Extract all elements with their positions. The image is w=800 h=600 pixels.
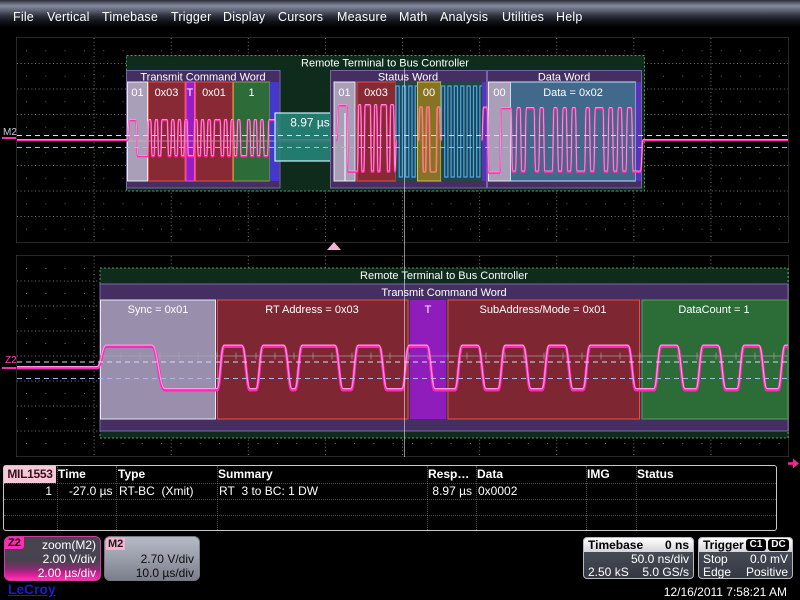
- svg-text:00: 00: [423, 87, 435, 99]
- svg-text:T: T: [187, 87, 194, 99]
- svg-text:Remote Terminal to Bus Control: Remote Terminal to Bus Controller: [301, 58, 469, 70]
- svg-text:00: 00: [493, 87, 505, 99]
- svg-text:Remote Terminal to Bus Control: Remote Terminal to Bus Controller: [360, 270, 528, 282]
- svg-text:0x03: 0x03: [364, 87, 388, 99]
- svg-text:8.97 µs: 8.97 µs: [290, 116, 330, 130]
- svg-text:0x01: 0x01: [202, 87, 226, 99]
- svg-text:Transmit Command Word: Transmit Command Word: [381, 287, 506, 299]
- svg-text:Data = 0x02: Data = 0x02: [543, 87, 603, 99]
- svg-text:SubAddress/Mode = 0x01: SubAddress/Mode = 0x01: [480, 304, 607, 316]
- svg-text:RT Address = 0x03: RT Address = 0x03: [265, 304, 358, 316]
- svg-text:Sync = 0x01: Sync = 0x01: [128, 304, 189, 316]
- svg-text:DataCount = 1: DataCount = 1: [678, 304, 749, 316]
- svg-text:01: 01: [338, 87, 350, 99]
- svg-text:1: 1: [248, 87, 254, 99]
- svg-text:01: 01: [131, 87, 143, 99]
- svg-text:T: T: [425, 304, 432, 316]
- svg-text:0x03: 0x03: [155, 87, 179, 99]
